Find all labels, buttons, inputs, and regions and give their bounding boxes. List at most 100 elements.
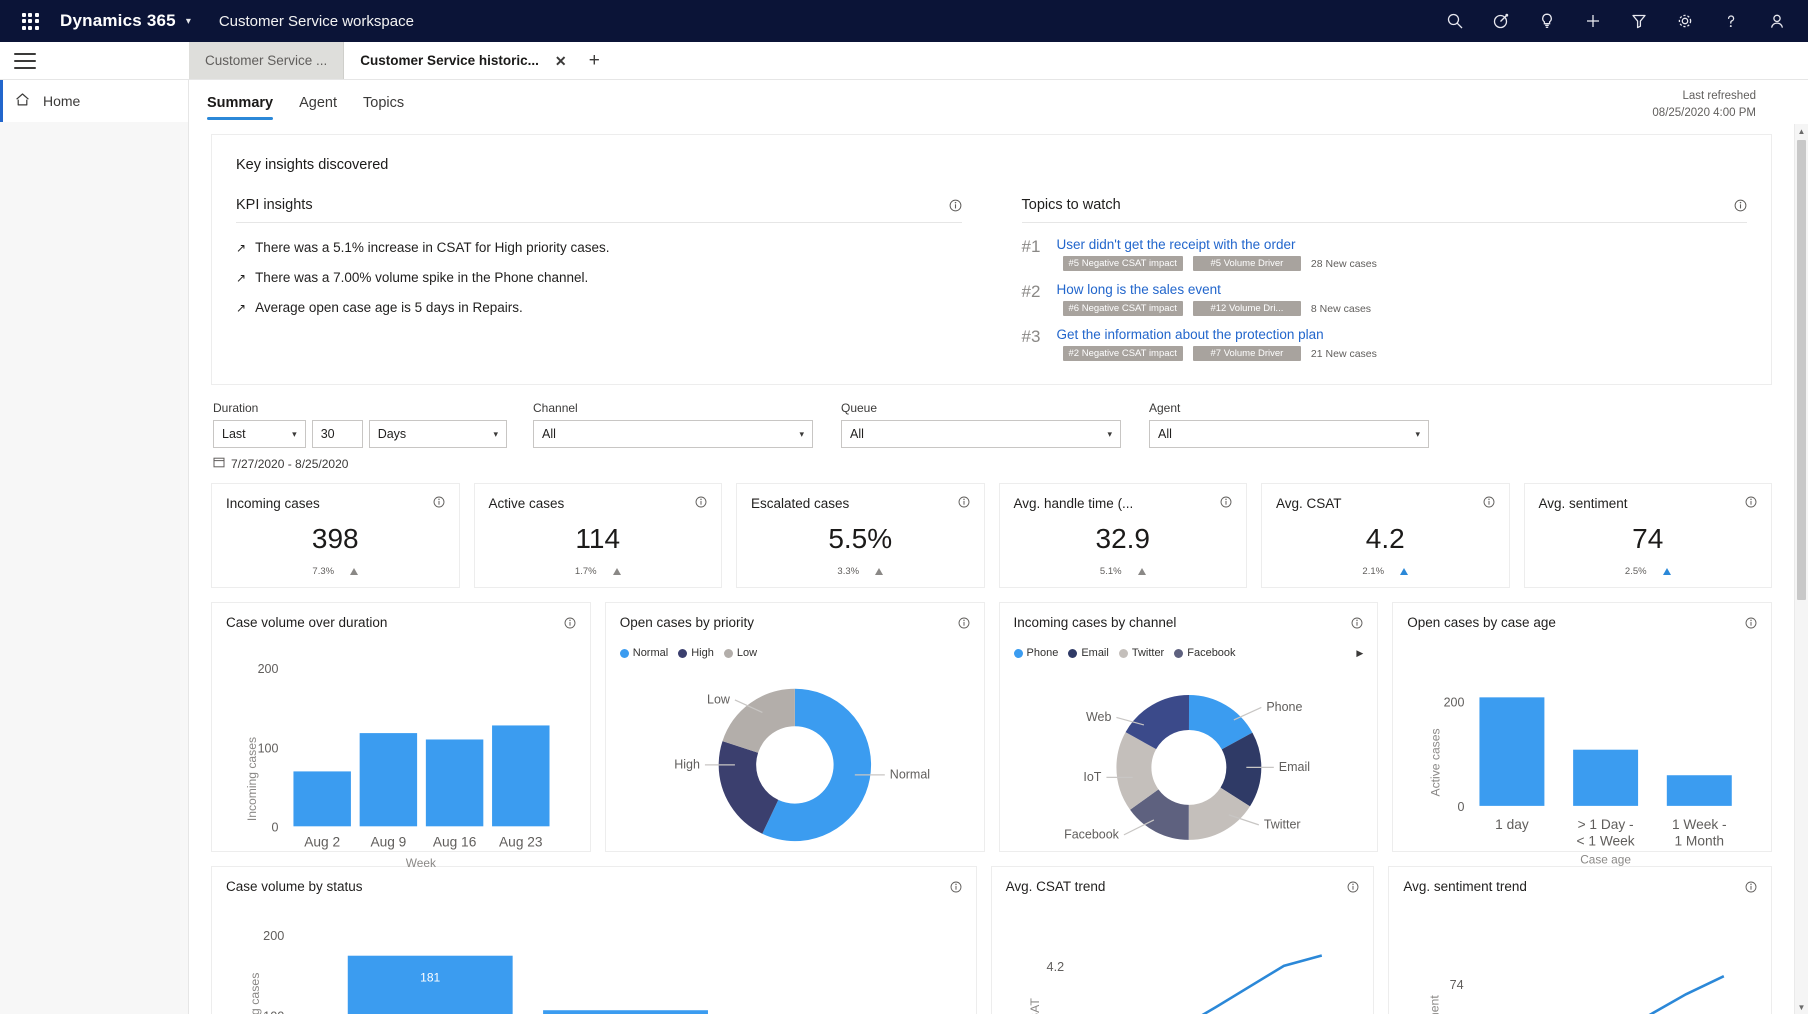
info-icon[interactable] bbox=[950, 881, 962, 893]
info-icon[interactable] bbox=[958, 617, 970, 629]
legend-item-normal[interactable]: Normal bbox=[619, 647, 668, 659]
info-icon[interactable] bbox=[1347, 881, 1359, 893]
close-icon[interactable]: ✕ bbox=[555, 54, 567, 68]
info-icon[interactable] bbox=[949, 199, 962, 212]
chart-open-cases-by-priority[interactable]: Open cases by priority Normal High Low N… bbox=[604, 602, 985, 852]
duration-amount-input[interactable]: 30 bbox=[311, 420, 363, 448]
legend-item-phone[interactable]: Phone bbox=[1013, 647, 1058, 659]
chart-open-cases-by-case-age[interactable]: Open cases by case age 200 0 Active case… bbox=[1392, 602, 1772, 866]
info-icon[interactable] bbox=[1220, 496, 1232, 508]
trend-line[interactable] bbox=[1079, 954, 1322, 1014]
topic-link[interactable]: Get the information about the protection… bbox=[1057, 327, 1748, 342]
info-icon[interactable] bbox=[564, 617, 576, 629]
vertical-scrollbar[interactable]: ▲ ▼ bbox=[1794, 124, 1808, 1014]
kpi-tile-incoming-cases[interactable]: Incoming cases 398 7.3% bbox=[211, 483, 460, 588]
legend-item-email[interactable]: Email bbox=[1068, 647, 1109, 659]
tab-customer-service[interactable]: Customer Service ... bbox=[189, 42, 345, 79]
chart-avg-sentiment-trend[interactable]: Avg. sentiment trend 74 Avg. sentiment bbox=[1388, 866, 1772, 1014]
filter-label: Queue bbox=[841, 401, 878, 415]
chart-head: Open cases by case age bbox=[1407, 615, 1757, 639]
bar[interactable] bbox=[1667, 775, 1733, 806]
tab-summary[interactable]: Summary bbox=[207, 95, 274, 120]
topic-link[interactable]: User didn't get the receipt with the ord… bbox=[1057, 237, 1748, 252]
info-icon[interactable] bbox=[695, 496, 707, 508]
calendar-icon bbox=[213, 456, 225, 471]
assistant-icon[interactable] bbox=[1478, 0, 1524, 42]
scrollbar-thumb[interactable] bbox=[1797, 140, 1806, 600]
bar[interactable] bbox=[543, 1010, 708, 1014]
chart-incoming-cases-by-channel[interactable]: Incoming cases by channel Phone Email Tw… bbox=[998, 602, 1379, 852]
search-icon[interactable] bbox=[1432, 0, 1478, 42]
donut-chart-svg: Phone Email Twitter Facebook IoT Web bbox=[1064, 694, 1310, 842]
topic-main: Get the information about the protection… bbox=[1057, 327, 1748, 361]
bar[interactable] bbox=[359, 733, 418, 827]
scroll-down-icon[interactable]: ▼ bbox=[1795, 1000, 1808, 1014]
tab-label: Customer Service historic... bbox=[360, 53, 539, 68]
info-icon[interactable] bbox=[433, 496, 445, 508]
info-icon[interactable] bbox=[1745, 881, 1757, 893]
info-icon[interactable] bbox=[1734, 199, 1747, 212]
kpi-tile-escalated-cases[interactable]: Escalated cases 5.5% 3.3% bbox=[736, 483, 985, 588]
kpi-head: Avg. handle time (... bbox=[1014, 496, 1233, 511]
account-icon[interactable] bbox=[1754, 0, 1800, 42]
bar[interactable] bbox=[1479, 697, 1545, 806]
info-icon[interactable] bbox=[958, 496, 970, 508]
duration-operator-select[interactable]: Last ▾ bbox=[213, 420, 306, 448]
sidebar-item-home[interactable]: Home bbox=[0, 80, 188, 122]
legend-item-high[interactable]: High bbox=[678, 647, 714, 659]
chevron-down-icon: ▾ bbox=[493, 428, 498, 439]
new-tab-button[interactable]: + bbox=[574, 42, 615, 79]
kpi-insights-panel: KPI insights ↗ There was a 5.1% increase… bbox=[236, 197, 962, 368]
queue-select[interactable]: All ▾ bbox=[841, 420, 1121, 448]
filter-channel: Channel All ▾ bbox=[533, 401, 841, 471]
csat-impact-badge: #2 Negative CSAT impact bbox=[1062, 346, 1183, 361]
session-tab-strip: Customer Service ... Customer Service hi… bbox=[0, 42, 1808, 80]
legend-next-icon[interactable]: ▶ bbox=[1356, 648, 1363, 659]
trend-line[interactable] bbox=[1482, 975, 1725, 1014]
bar[interactable] bbox=[347, 955, 513, 1014]
tab-topics[interactable]: Topics bbox=[363, 95, 404, 120]
chart-avg-csat-trend[interactable]: Avg. CSAT trend 4.2 4.0 Avg. CSAT bbox=[990, 866, 1375, 1014]
lightbulb-icon[interactable] bbox=[1524, 0, 1570, 42]
hamburger-menu-icon[interactable] bbox=[14, 52, 36, 69]
topic-main: How long is the sales event #6 Negative … bbox=[1057, 282, 1748, 316]
topic-link[interactable]: How long is the sales event bbox=[1057, 282, 1748, 297]
kpi-tile-avg-handle-time[interactable]: Avg. handle time (... 32.9 5.1% bbox=[998, 483, 1247, 588]
legend-item-low[interactable]: Low bbox=[723, 647, 757, 659]
chevron-down-icon: ▾ bbox=[1415, 428, 1420, 439]
tab-agent[interactable]: Agent bbox=[299, 95, 337, 120]
duration-unit-select[interactable]: Days ▾ bbox=[368, 420, 507, 448]
bar[interactable] bbox=[1573, 749, 1639, 806]
agent-select[interactable]: All ▾ bbox=[1149, 420, 1429, 448]
chevron-down-icon[interactable]: ▾ bbox=[186, 16, 191, 27]
bar[interactable] bbox=[492, 725, 550, 827]
plus-icon[interactable] bbox=[1570, 0, 1616, 42]
info-icon[interactable] bbox=[1745, 617, 1757, 629]
chart-case-volume-over-duration[interactable]: Case volume over duration 200 100 0 Inco… bbox=[211, 602, 591, 870]
chart-title: Case volume by status bbox=[226, 879, 363, 894]
chart-case-volume-by-status[interactable]: Case volume by status 200 100 Incoming c… bbox=[211, 866, 977, 1014]
legend-item-facebook[interactable]: Facebook bbox=[1174, 647, 1236, 659]
bar[interactable] bbox=[425, 739, 484, 827]
info-icon[interactable] bbox=[1745, 496, 1757, 508]
last-refreshed-time: 08/25/2020 4:00 PM bbox=[1652, 106, 1756, 119]
tab-customer-service-historical[interactable]: Customer Service historic... ✕ bbox=[344, 42, 575, 79]
gear-icon[interactable] bbox=[1662, 0, 1708, 42]
trend-up-icon: ↗ bbox=[236, 271, 247, 286]
bar[interactable] bbox=[293, 771, 351, 827]
kpi-tile-avg-csat[interactable]: Avg. CSAT 4.2 2.1% bbox=[1261, 483, 1510, 588]
waffle-menu-icon[interactable] bbox=[10, 1, 50, 41]
kpi-value: 398 bbox=[311, 522, 359, 554]
kpi-tile-active-cases[interactable]: Active cases 114 1.7% bbox=[473, 483, 722, 588]
info-icon[interactable] bbox=[1483, 496, 1495, 508]
bar-chart-svg: 200 0 Active cases 1 day > 1 Day - < 1 W… bbox=[1429, 695, 1733, 866]
scroll-up-icon[interactable]: ▲ bbox=[1795, 124, 1808, 138]
legend-item-twitter[interactable]: Twitter bbox=[1118, 647, 1164, 659]
filter-icon[interactable] bbox=[1616, 0, 1662, 42]
topic-meta: #6 Negative CSAT impact #12 Volume Dri..… bbox=[1057, 301, 1748, 316]
kpi-tile-avg-sentiment[interactable]: Avg. sentiment 74 2.5% bbox=[1523, 483, 1772, 588]
info-icon[interactable] bbox=[1351, 617, 1363, 629]
kpi-head: Avg. sentiment bbox=[1539, 496, 1758, 511]
help-icon[interactable] bbox=[1708, 0, 1754, 42]
channel-select[interactable]: All ▾ bbox=[533, 420, 813, 448]
